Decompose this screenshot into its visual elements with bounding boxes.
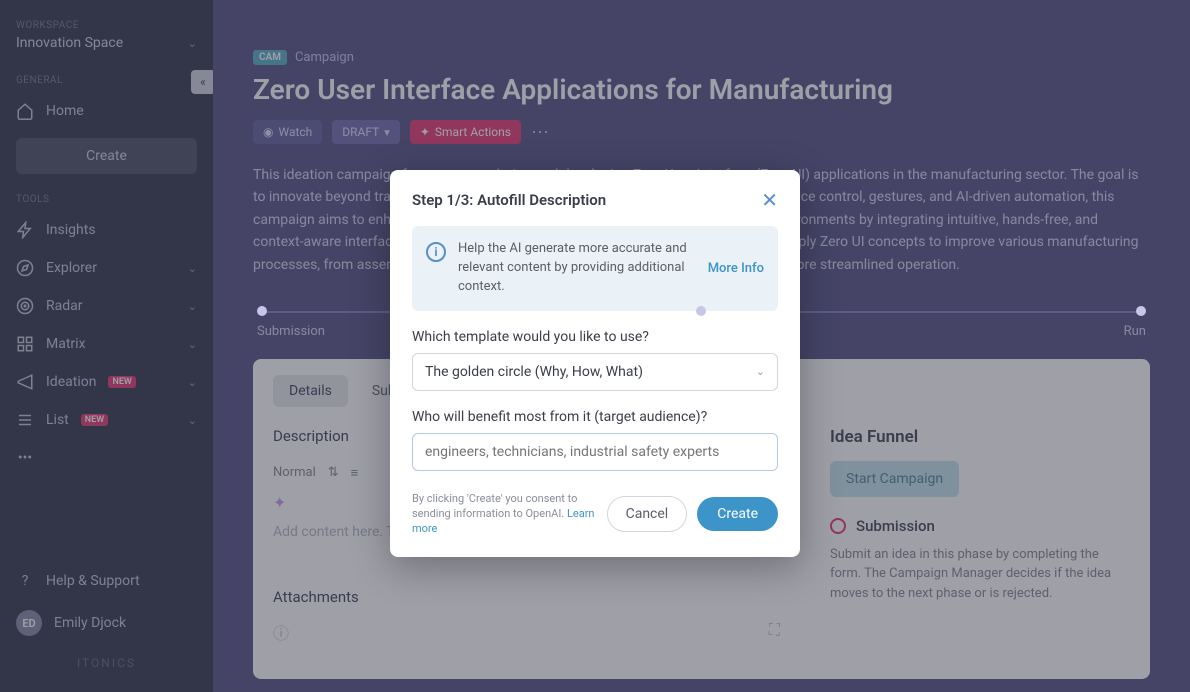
info-text: Help the AI generate more accurate and r…	[458, 240, 696, 297]
template-select[interactable]: The golden circle (Why, How, What) ⌄	[412, 353, 778, 391]
info-box: i Help the AI generate more accurate and…	[412, 226, 778, 311]
close-icon[interactable]: ✕	[761, 190, 778, 210]
modal-title: Step 1/3: Autofill Description	[412, 191, 606, 209]
audience-input[interactable]	[412, 433, 778, 471]
autofill-modal: Step 1/3: Autofill Description ✕ i Help …	[390, 170, 800, 557]
modal-overlay: Step 1/3: Autofill Description ✕ i Help …	[0, 0, 1190, 692]
more-info-link[interactable]: More Info	[708, 261, 764, 276]
phase-dot[interactable]	[1136, 306, 1146, 316]
consent-text: By clicking 'Create' you consent to send…	[412, 491, 597, 537]
chevron-down-icon: ⌄	[756, 365, 765, 378]
template-label: Which template would you like to use?	[412, 329, 778, 345]
audience-label: Who will benefit most from it (target au…	[412, 409, 778, 425]
create-button[interactable]: Create	[697, 497, 778, 531]
phase-dot[interactable]	[257, 306, 267, 316]
info-icon: i	[426, 242, 446, 262]
cancel-button[interactable]: Cancel	[607, 496, 688, 532]
